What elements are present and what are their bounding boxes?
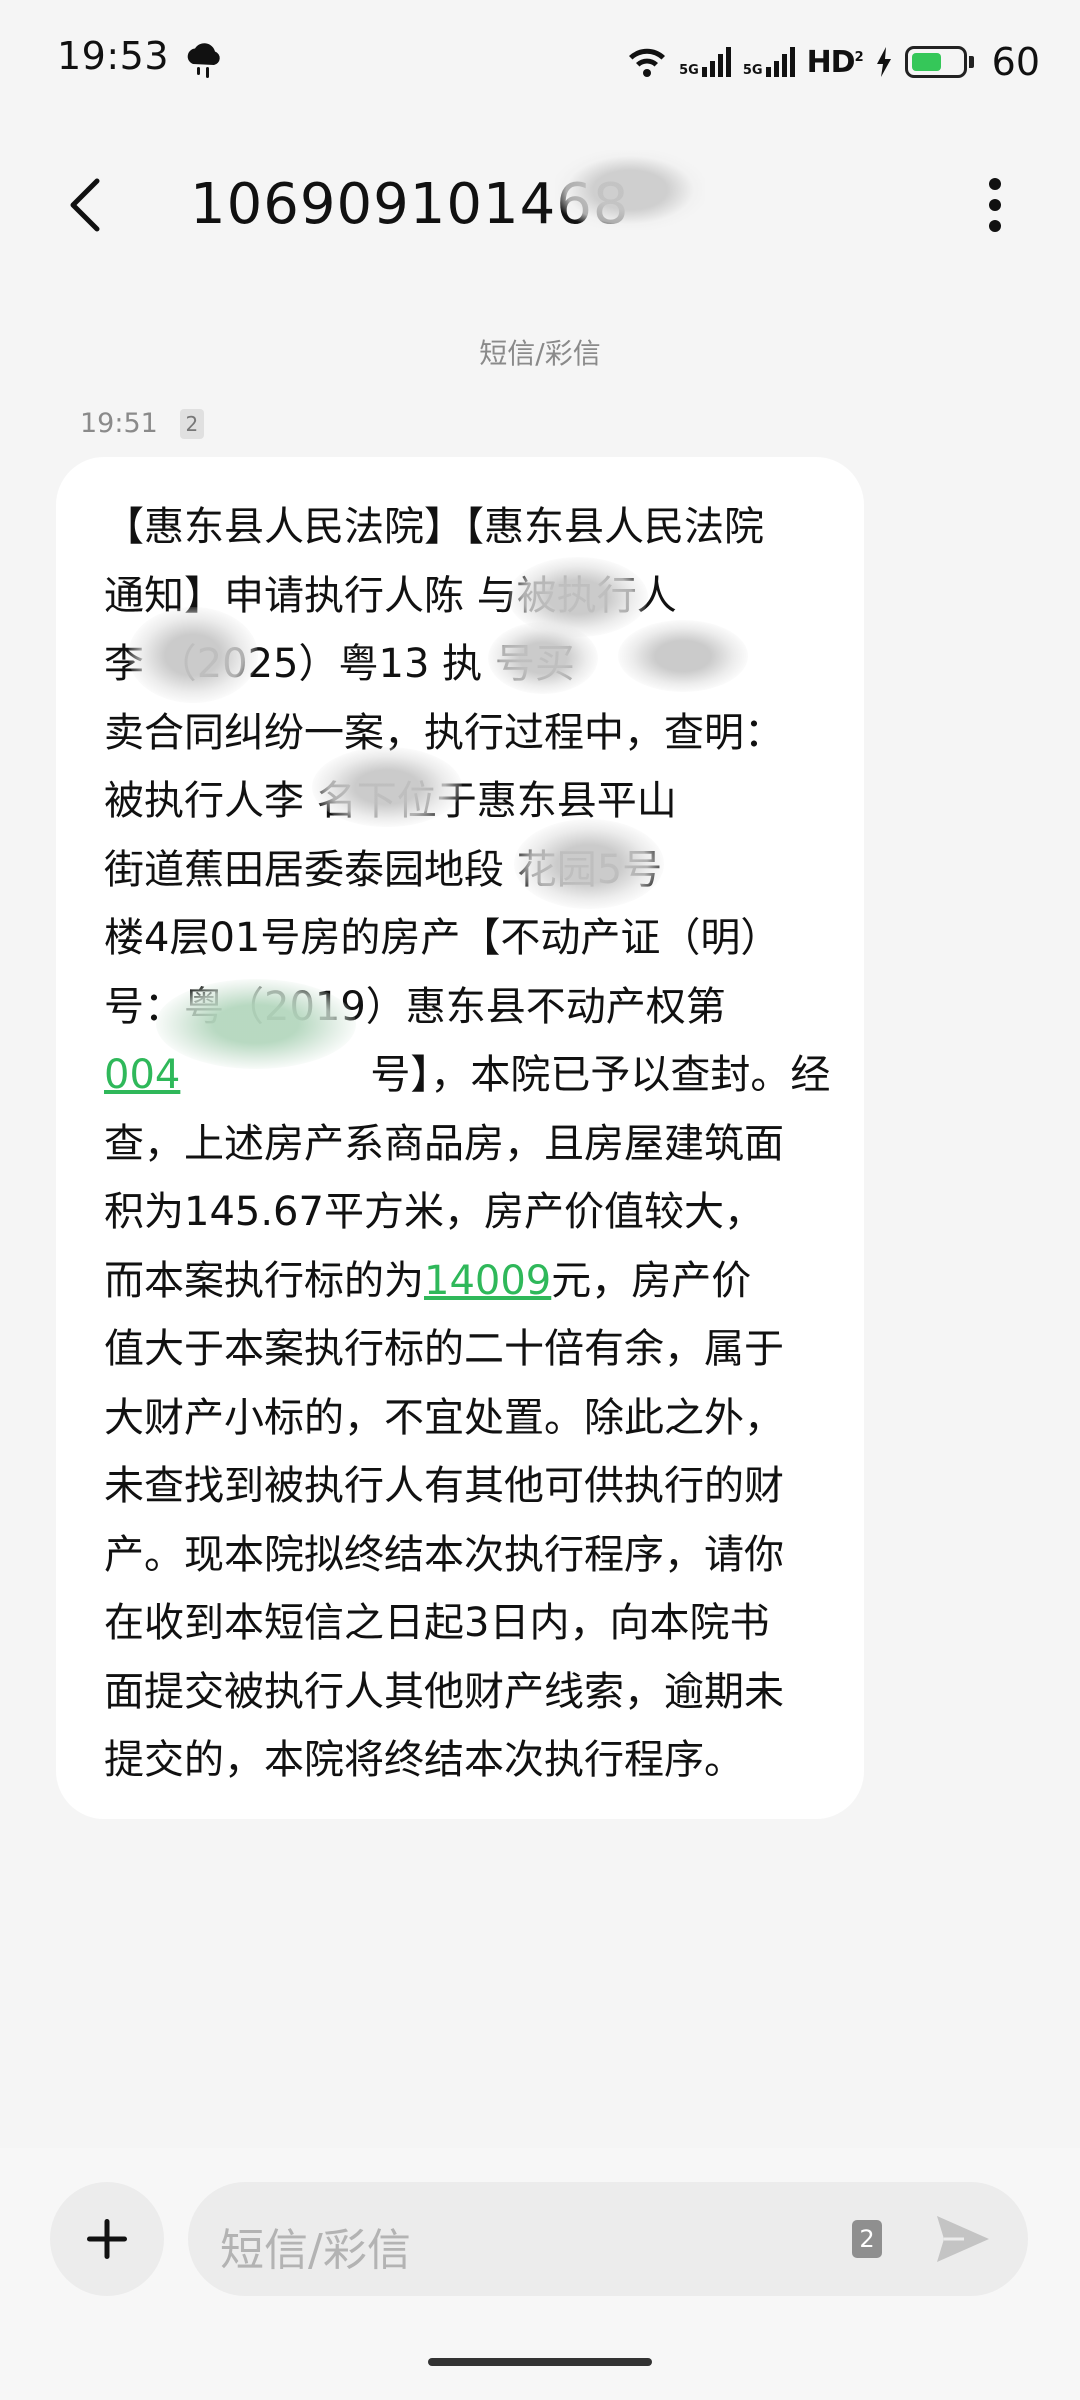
message-time: 19:51 [80, 408, 158, 439]
battery-icon [904, 46, 967, 78]
sim-select-badge[interactable]: 2 [852, 2220, 882, 2258]
input-placeholder: 短信/彩信 [220, 2225, 411, 2276]
channel-label: 短信/彩信 [479, 337, 601, 370]
message-line: 街道蕉田居委泰园地段 花园5号 [104, 846, 663, 893]
send-button[interactable] [928, 2204, 998, 2274]
status-icons: 5G 5G HD2 60 [627, 38, 1040, 86]
message-bubble[interactable]: 【惠东县人民法院】【惠东县人民法院 通知】申请执行人陈 与被执行人 李 （202… [56, 457, 864, 1819]
message-input[interactable]: 短信/彩信 2 [188, 2182, 1028, 2296]
cert-number-link[interactable]: 004 [104, 1052, 180, 1098]
hd-voice-indicator: HD2 [806, 44, 864, 80]
home-indicator[interactable] [428, 2358, 652, 2366]
signal-bars-icon [701, 47, 731, 77]
plus-icon [87, 2219, 127, 2259]
cloud-rain-icon [187, 43, 220, 78]
message-line: 在收到本短信之日起3日内，向本院书 [104, 1600, 770, 1646]
message-line: 大财产小标的，不宜处置。除此之外， [104, 1394, 784, 1441]
message-line: 面提交被执行人其他财产线索，逾期未 [104, 1668, 784, 1715]
signal-bars-icon [765, 47, 795, 77]
message-line: 查，上述房产系商品房，且房屋建筑面 [104, 1120, 784, 1167]
battery-fill [911, 53, 941, 71]
redaction-blur [312, 747, 462, 827]
network-type-1: 5G [679, 63, 699, 78]
message-line: 卖合同纠纷一案，执行过程中，查明： [104, 709, 784, 756]
wifi-icon [629, 48, 666, 77]
redaction-blur [488, 622, 598, 694]
message-line: 楼4层01号房的房产【不动产证（明） [104, 915, 781, 961]
sim-slot-badge: 2 [179, 408, 204, 439]
chevron-left-icon [70, 178, 100, 232]
battery-nub [968, 56, 974, 68]
more-options-button[interactable] [950, 160, 1040, 250]
charging-bolt-icon [876, 47, 891, 77]
message-line: 未查找到被执行人有其他可供执行的财 [104, 1463, 784, 1509]
composer-bar: 短信/彩信 2 [0, 2148, 1080, 2400]
cell-signal-2: 5G [743, 47, 795, 77]
network-type-2: 5G [742, 63, 763, 78]
message-line: 【惠东县人民法院】【惠东县人民法院 [104, 504, 764, 550]
redaction-blur [128, 607, 258, 703]
redaction-blur [555, 150, 705, 230]
cell-signal-1: 5G [679, 47, 731, 77]
sms-conversation-screen: 19:53 5G 5G HD2 60 10690910146 短信/彩信 19:… [0, 0, 1080, 2400]
back-button[interactable] [40, 160, 130, 250]
message-line: 积为145.67平方米，房产价值较大， [104, 1189, 764, 1235]
redaction-blur [156, 979, 356, 1069]
message-line: 而本案执行标的为14009元，房产价 [104, 1257, 752, 1304]
more-vertical-icon [989, 178, 1001, 232]
message-line: 提交的，本院将终结本次执行程序。 [104, 1737, 744, 1783]
conversation-header: 106909101468 [0, 150, 1080, 260]
redaction-blur [514, 819, 664, 909]
message-line: 被执行人李 名下位于惠东县平山 [104, 778, 677, 824]
status-bar: 19:53 5G 5G HD2 60 [0, 0, 1080, 130]
message-line: 值大于本案执行标的二十倍有余，属于 [104, 1326, 784, 1372]
message-meta: 19:51 2 [80, 408, 204, 439]
battery-level: 60 [991, 40, 1040, 84]
status-time: 19:53 [57, 34, 170, 78]
add-attachment-button[interactable] [50, 2182, 164, 2296]
send-icon [937, 2216, 989, 2262]
amount-link[interactable]: 14009 [424, 1258, 551, 1304]
redaction-blur [618, 620, 748, 692]
message-line: 产。现本院拟终结本次执行程序，请你 [104, 1531, 784, 1578]
